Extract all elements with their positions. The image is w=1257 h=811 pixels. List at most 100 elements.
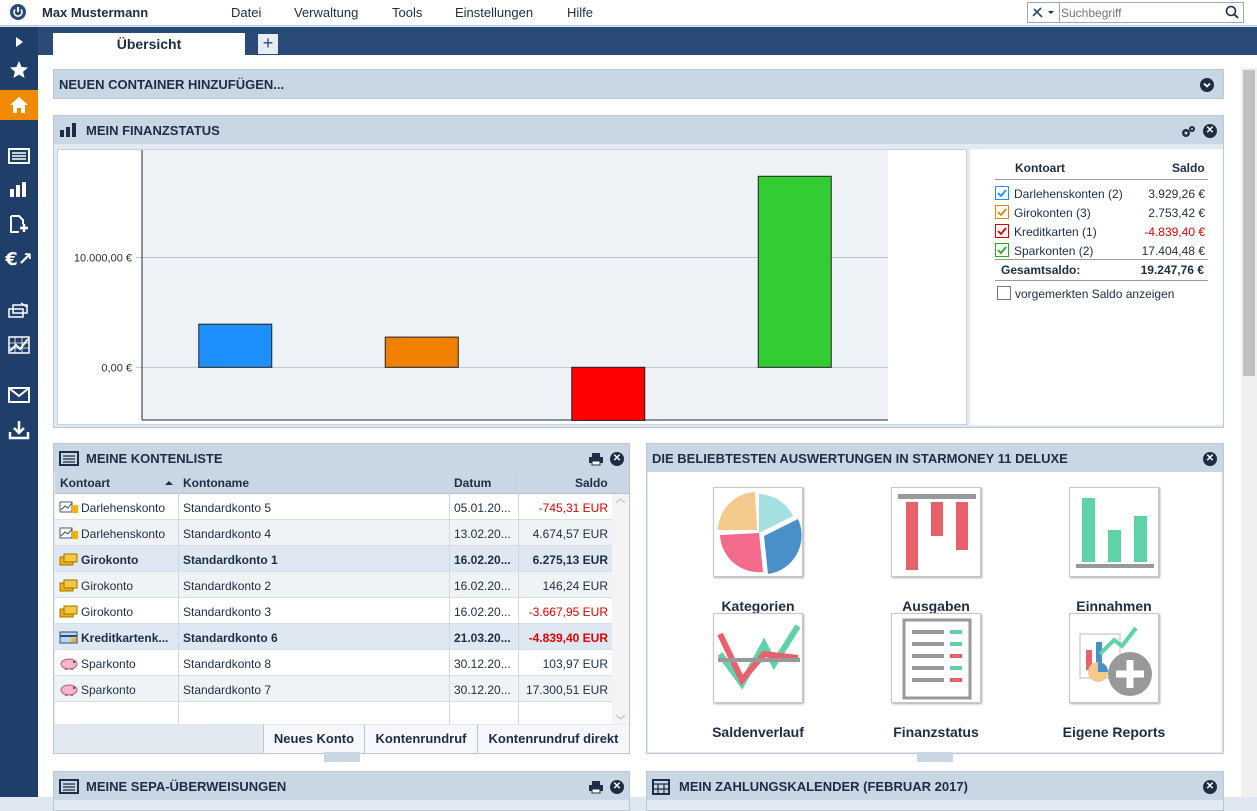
legend-checkbox[interactable] [995, 205, 1009, 219]
scrollbar-thumb[interactable] [1243, 70, 1255, 376]
legend-name: Kreditkarten (1) [1014, 225, 1097, 239]
kategorien-label[interactable]: Kategorien [683, 598, 833, 614]
finanzstatus-label[interactable]: Finanzstatus [861, 724, 1011, 740]
balance-history-icon [717, 624, 801, 690]
pending-checkbox[interactable] [997, 286, 1011, 300]
menu-tools[interactable]: Tools [392, 5, 422, 20]
bar-girokonten [384, 336, 459, 368]
panel-header: MEINE KONTENLISTE ✕ [54, 444, 629, 472]
home-icon[interactable] [0, 90, 38, 120]
mail-icon[interactable] [0, 380, 38, 410]
kategorien-tile[interactable] [713, 487, 803, 577]
cell-kontoart: Girokonto [81, 553, 139, 567]
close-icon[interactable]: ✕ [610, 780, 624, 794]
cell-kontoname: Standardkonto 2 [183, 579, 272, 593]
legend-name: Darlehenskonten (2) [1014, 187, 1123, 201]
search-scope-icon [1032, 7, 1054, 18]
cell-kontoart: Sparkonto [81, 683, 136, 697]
panel-header: MEIN ZAHLUNGSKALENDER (FEBRUAR 2017) ✕ [647, 772, 1223, 800]
table-scrollbar[interactable] [612, 494, 629, 724]
cell-saldo: 103,97 EUR [542, 657, 608, 671]
add-document-icon[interactable] [0, 209, 38, 239]
search-input[interactable] [1061, 4, 1221, 21]
star-icon[interactable] [0, 55, 38, 85]
resize-grip-icon[interactable] [324, 752, 360, 762]
finanz-legend: Kontoart Saldo Darlehenskonten (2) 3.929,… [970, 149, 1223, 425]
legend-checkbox[interactable] [995, 224, 1009, 238]
col-kontoname[interactable]: Kontoname [183, 476, 249, 490]
panel-title: MEINE SEPA-ÜBERWEISUNGEN [86, 779, 287, 794]
bar-darlehenskonten [198, 323, 273, 368]
menu-verwaltung[interactable]: Verwaltung [294, 5, 358, 20]
legend-row: Sparkonten (2) 17.404,48 € [995, 241, 1205, 260]
table-row[interactable]: Kreditkartenk... Standardkonto 6 21.03.20.… [55, 624, 612, 650]
ausgaben-tile[interactable] [891, 487, 981, 577]
table-row[interactable]: Girokonto Standardkonto 1 16.02.20... 6.275… [55, 546, 612, 572]
settings-gear-icon[interactable] [1180, 125, 1196, 139]
cell-kontoart: Sparkonto [81, 657, 136, 671]
saldenverlauf-tile[interactable] [713, 613, 803, 703]
ausgaben-label[interactable]: Ausgaben [861, 598, 1011, 614]
table-row[interactable]: Sparkonto Standardkonto 7 30.12.20... 17.30… [55, 676, 612, 702]
col-datum[interactable]: Datum [454, 476, 491, 490]
saldenverlauf-label[interactable]: Saldenverlauf [683, 724, 833, 740]
download-icon[interactable] [0, 415, 38, 445]
finanzstatus-tile[interactable] [891, 613, 981, 703]
legend-name: Sparkonten (2) [1014, 244, 1094, 258]
table-row[interactable]: Darlehenskonto Standardkonto 4 13.02.20...… [55, 520, 612, 546]
menu-hilfe[interactable]: Hilfe [567, 5, 593, 20]
report-tiles: Kategorien Ausgaben Einnahmen Saldenverl… [648, 472, 1221, 752]
page-scrollbar[interactable] [1241, 68, 1257, 797]
einnahmen-label[interactable]: Einnahmen [1039, 598, 1189, 614]
menu-einstellungen[interactable]: Einstellungen [455, 5, 533, 20]
add-tab-button[interactable]: + [258, 34, 278, 54]
cell-kontoname: Standardkonto 8 [183, 657, 272, 671]
piggy-bank-icon [59, 682, 79, 699]
chart-grid-icon[interactable] [0, 330, 38, 360]
cell-datum: 30.12.20... [454, 683, 511, 697]
search-scope-dropdown[interactable] [1028, 3, 1060, 22]
euro-transfer-icon[interactable]: €↗ [0, 244, 38, 274]
close-icon[interactable]: ✕ [1203, 780, 1217, 794]
panel-title: MEIN ZAHLUNGSKALENDER (FEBRUAR 2017) [679, 779, 968, 794]
tab-uebersicht[interactable]: Übersicht [53, 33, 245, 55]
search-icon[interactable] [1225, 5, 1239, 19]
accounts-table: Kontoart Kontoname Datum Saldo Darlehens… [55, 472, 629, 724]
print-icon[interactable] [588, 452, 604, 466]
col-saldo[interactable]: Saldo [575, 476, 608, 490]
table-row[interactable]: Darlehenskonto Standardkonto 5 05.01.20...… [55, 494, 612, 520]
close-icon[interactable]: ✕ [1203, 124, 1217, 138]
einnahmen-tile[interactable] [1069, 487, 1159, 577]
bar-chart: 10.000,00 € 0,00 € [74, 150, 888, 421]
finanzstatus-panel: MEIN FINANZSTATUS ✕ 10.000,00 € 0,00 € Ko… [53, 115, 1224, 428]
close-icon[interactable]: ✕ [1203, 452, 1217, 466]
kontenrundruf-button[interactable]: Kontenrundruf [364, 725, 477, 753]
add-container-bar[interactable]: NEUEN CONTAINER HINZUFÜGEN... [53, 69, 1224, 99]
chevron-down-icon[interactable] [1200, 78, 1214, 92]
menu-datei[interactable]: Datei [231, 5, 261, 20]
legend-checkbox[interactable] [995, 186, 1009, 200]
legend-checkbox[interactable] [995, 243, 1009, 257]
col-kontoart[interactable]: Kontoart [60, 476, 110, 490]
print-icon[interactable] [588, 780, 604, 794]
financial-status-icon [902, 618, 972, 700]
list-icon[interactable] [0, 141, 38, 171]
eigene-reports-tile[interactable] [1069, 613, 1159, 703]
resize-grip-icon[interactable] [917, 752, 953, 762]
loan-icon [59, 526, 79, 543]
table-row[interactable]: Girokonto Standardkonto 2 16.02.20... 146,2… [55, 572, 612, 598]
new-account-button[interactable]: Neues Konto [263, 725, 364, 753]
money-stack-icon[interactable] [0, 295, 38, 325]
expand-arrow-icon[interactable] [0, 27, 38, 57]
cell-kontoname: Standardkonto 1 [183, 553, 278, 567]
table-row[interactable]: Sparkonto Standardkonto 8 30.12.20... 103,9… [55, 650, 612, 676]
close-icon[interactable]: ✕ [610, 452, 624, 466]
kontenrundruf-direkt-button[interactable]: Kontenrundruf direkt [477, 725, 629, 753]
bar-chart-icon[interactable] [0, 174, 38, 204]
expenses-chart-icon [898, 494, 976, 570]
y-tick-label: 10.000,00 € [74, 253, 132, 265]
eigene-reports-label[interactable]: Eigene Reports [1039, 724, 1189, 740]
table-row[interactable]: Girokonto Standardkonto 3 16.02.20... -3.66… [55, 598, 612, 624]
power-icon[interactable] [9, 3, 27, 21]
cell-saldo: -4.839,40 EUR [528, 631, 608, 645]
